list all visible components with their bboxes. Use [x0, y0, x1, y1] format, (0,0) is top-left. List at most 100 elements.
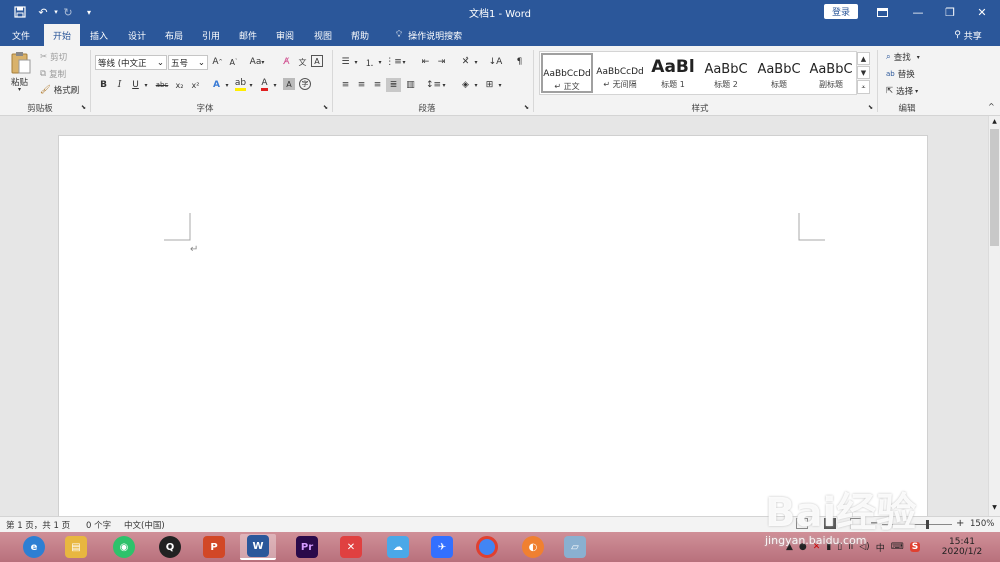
zoom-in-icon[interactable]: +	[956, 518, 964, 529]
style-no-spacing[interactable]: AaBbCcDd ↵ 无间隔	[594, 53, 646, 93]
taskbar-app[interactable]	[469, 534, 505, 560]
clipboard-launcher-icon[interactable]: ⬊	[81, 104, 86, 111]
shading-icon[interactable]: ◈	[458, 78, 473, 92]
align-left-icon[interactable]: ≡	[338, 78, 353, 92]
taskbar-app[interactable]: e	[16, 534, 52, 560]
word-count[interactable]: 0 个字	[86, 519, 111, 531]
style-heading-1[interactable]: AaBl 标题 1	[647, 53, 699, 93]
bold-button[interactable]: B	[96, 78, 111, 92]
maximize-button[interactable]: ❐	[932, 0, 968, 24]
gallery-more-icon[interactable]: ⩡	[857, 80, 870, 94]
tab-insert[interactable]: 插入	[82, 24, 116, 46]
styles-launcher-icon[interactable]: ⬊	[868, 104, 873, 111]
text-effects-icon[interactable]: A	[209, 78, 224, 92]
scroll-down-icon[interactable]: ▼	[990, 504, 999, 513]
font-launcher-icon[interactable]: ⬊	[323, 104, 328, 111]
zoom-level[interactable]: 150%	[970, 519, 994, 529]
taskbar-app[interactable]: ✕	[333, 534, 369, 560]
taskbar-app-active[interactable]: W	[240, 534, 276, 560]
tab-layout[interactable]: 布局	[157, 24, 191, 46]
taskbar-app[interactable]: ◉	[106, 534, 142, 560]
ribbon-display-options-icon[interactable]	[864, 0, 900, 24]
borders-icon[interactable]: ⊞	[482, 78, 497, 92]
taskbar-app[interactable]: P	[196, 534, 232, 560]
tab-references[interactable]: 引用	[194, 24, 228, 46]
phonetic-guide-icon[interactable]: 文	[295, 55, 310, 69]
scroll-up-icon[interactable]: ▲	[990, 118, 999, 127]
multilevel-list-icon[interactable]: ⋮≡	[385, 55, 402, 69]
share-button[interactable]: ⚲ 共享	[944, 24, 992, 46]
shading-dropdown-icon[interactable]: ▾	[472, 78, 480, 92]
change-case-icon[interactable]: Aa ▾	[247, 55, 267, 69]
tab-design[interactable]: 设计	[120, 24, 154, 46]
chinese-layout-icon[interactable]: ✕̂	[458, 55, 473, 69]
underline-dropdown-icon[interactable]: ▾	[142, 78, 150, 92]
show-marks-icon[interactable]: ¶	[512, 55, 527, 69]
line-spacing-icon[interactable]: ↕≡	[426, 78, 441, 92]
tab-view[interactable]: 视图	[306, 24, 340, 46]
bullets-dropdown-icon[interactable]: ▾	[352, 55, 360, 69]
grow-font-icon[interactable]: A ^	[210, 55, 225, 69]
paste-icon[interactable]	[9, 52, 33, 74]
taskbar-app[interactable]: ▤	[58, 534, 94, 560]
sort-icon[interactable]: ↓A	[488, 55, 503, 69]
style-title[interactable]: AaBbC 标题	[753, 53, 805, 93]
distributed-icon[interactable]: ▥	[403, 78, 418, 92]
align-right-icon[interactable]: ≡	[370, 78, 385, 92]
zoom-slider-thumb[interactable]	[926, 520, 929, 529]
select-button[interactable]: ⇱ 选择 ▾	[886, 85, 918, 97]
text-effects-dropdown-icon[interactable]: ▾	[223, 78, 231, 92]
character-shading-icon[interactable]: A	[283, 78, 295, 90]
cut-button[interactable]: ✂ 剪切	[40, 51, 67, 63]
vertical-scrollbar[interactable]: ▲ ▼	[988, 116, 1000, 516]
subscript-button[interactable]: x₂	[172, 78, 187, 92]
taskbar-app[interactable]: ▱	[557, 534, 593, 560]
tab-help[interactable]: 帮助	[343, 24, 377, 46]
clock[interactable]: 15:41 2020/1/2	[940, 532, 984, 562]
tell-me-search[interactable]: 💡︎ 操作说明搜索	[386, 24, 472, 46]
font-color-dropdown-icon[interactable]: ▾	[271, 78, 279, 92]
copy-button[interactable]: ⧉ 复制	[40, 68, 66, 80]
numbering-dropdown-icon[interactable]: ▾	[376, 55, 384, 69]
language-indicator[interactable]: 中文(中国)	[124, 519, 165, 531]
format-painter-button[interactable]: 🖌︎ 格式刷	[40, 84, 79, 96]
tab-mailings[interactable]: 邮件	[231, 24, 265, 46]
taskbar-app[interactable]: Q	[152, 534, 188, 560]
document-page[interactable]: ↵	[58, 135, 928, 520]
tab-file[interactable]: 文件	[4, 24, 38, 46]
taskbar-app[interactable]: ◐	[515, 534, 551, 560]
replace-button[interactable]: ab 替换	[886, 68, 915, 80]
character-border-icon[interactable]: A	[311, 55, 323, 67]
style-subtitle[interactable]: AaBbC 副标题	[805, 53, 857, 93]
clear-formatting-icon[interactable]: A̸	[279, 55, 294, 69]
strikethrough-button[interactable]: abc	[153, 78, 171, 92]
align-center-icon[interactable]: ≡	[354, 78, 369, 92]
collapse-ribbon-icon[interactable]: ^	[988, 102, 995, 111]
gallery-down-icon[interactable]: ▼	[857, 66, 870, 79]
increase-indent-icon[interactable]: ⇥	[434, 55, 449, 69]
gallery-up-icon[interactable]: ▲	[857, 52, 870, 65]
paragraph-launcher-icon[interactable]: ⬊	[524, 104, 529, 111]
borders-dropdown-icon[interactable]: ▾	[496, 78, 504, 92]
justify-icon[interactable]: ≣	[386, 78, 401, 92]
multilevel-dropdown-icon[interactable]: ▾	[400, 55, 408, 69]
taskbar-app[interactable]: ✈	[424, 534, 460, 560]
taskbar-app[interactable]: Pr	[289, 534, 325, 560]
paste-dropdown-icon[interactable]: ▾	[18, 86, 21, 93]
shrink-font-icon[interactable]: Aˇ	[226, 55, 241, 69]
taskbar-app[interactable]: ☁	[380, 534, 416, 560]
tab-home[interactable]: 开始	[44, 24, 80, 46]
enclose-characters-icon[interactable]: 字	[299, 78, 311, 90]
underline-button[interactable]: U	[128, 78, 143, 92]
minimize-button[interactable]: —	[900, 0, 936, 24]
decrease-indent-icon[interactable]: ⇤	[418, 55, 433, 69]
highlight-color-icon[interactable]: ab	[233, 78, 248, 92]
style-normal[interactable]: AaBbCcDd ↵ 正文	[541, 53, 593, 93]
line-spacing-dropdown-icon[interactable]: ▾	[440, 78, 448, 92]
scroll-thumb[interactable]	[990, 129, 999, 246]
font-name-combo[interactable]: 等线 (中文正 ⌄	[95, 55, 167, 70]
tab-review[interactable]: 审阅	[268, 24, 302, 46]
font-size-combo[interactable]: 五号 ⌄	[168, 55, 208, 70]
bullets-icon[interactable]: ☰	[338, 55, 353, 69]
login-button[interactable]: 登录	[824, 4, 858, 19]
